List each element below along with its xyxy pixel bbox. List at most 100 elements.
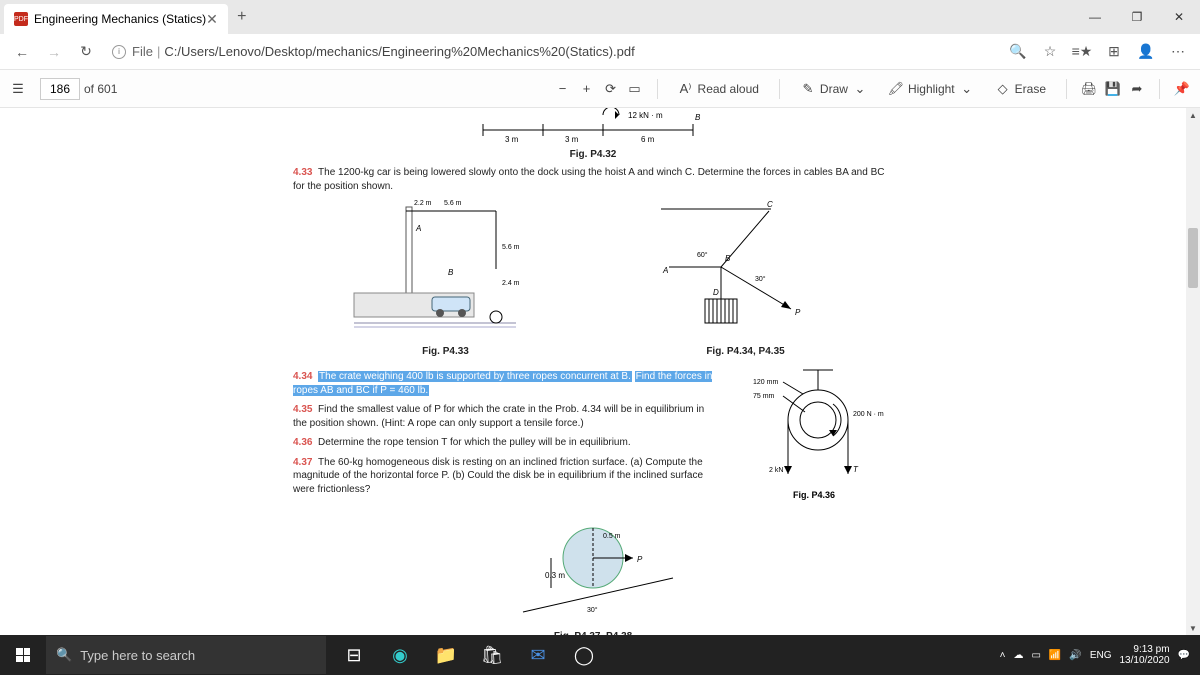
taskbar-apps: ⊟ ◉ 📁 🛍 ✉ ◯ bbox=[332, 635, 606, 675]
scroll-up-icon[interactable]: ▲ bbox=[1186, 108, 1200, 122]
figure-p432-diagram: 12 kN · m B 3 m 3 m 6 m bbox=[293, 112, 893, 146]
chevron-down-icon: ⌄ bbox=[959, 81, 975, 97]
browser-tab[interactable]: PDF Engineering Mechanics (Statics) ✕ bbox=[4, 4, 228, 34]
profile-icon[interactable]: 👤 bbox=[1132, 38, 1160, 66]
svg-text:3 m: 3 m bbox=[565, 135, 579, 144]
contents-icon[interactable]: ☰ bbox=[10, 81, 26, 97]
clock-date: 13/10/2020 bbox=[1119, 655, 1169, 666]
figure-caption: Fig. P4.32 bbox=[293, 149, 893, 160]
separator bbox=[1066, 79, 1067, 99]
clock-time: 9:13 pm bbox=[1119, 644, 1169, 655]
figure-captions-row: Fig. P4.33 Fig. P4.34, P4.35 bbox=[293, 343, 893, 360]
svg-text:3 m: 3 m bbox=[505, 135, 519, 144]
svg-text:C: C bbox=[767, 200, 773, 209]
svg-text:B: B bbox=[448, 268, 454, 277]
svg-text:P: P bbox=[637, 555, 643, 564]
scroll-down-icon[interactable]: ▼ bbox=[1186, 621, 1200, 635]
problem-4-33: 4.33 The 1200-kg car is being lowered sl… bbox=[293, 166, 893, 193]
windows-icon bbox=[16, 648, 30, 662]
scroll-thumb[interactable] bbox=[1188, 228, 1198, 288]
browser-titlebar: PDF Engineering Mechanics (Statics) ✕ + … bbox=[0, 0, 1200, 34]
svg-text:6 m: 6 m bbox=[641, 135, 655, 144]
separator bbox=[779, 79, 780, 99]
battery-icon[interactable]: ▭ bbox=[1031, 650, 1040, 661]
svg-text:120 mm: 120 mm bbox=[753, 379, 778, 386]
pdf-icon: PDF bbox=[14, 12, 28, 26]
tab-title: Engineering Mechanics (Statics) bbox=[34, 12, 206, 26]
problem-4-37: 4.37 The 60-kg homogeneous disk is resti… bbox=[293, 456, 719, 497]
new-tab-button[interactable]: + bbox=[228, 3, 256, 31]
edge-icon[interactable]: ◉ bbox=[378, 635, 422, 675]
svg-text:5.6 m: 5.6 m bbox=[444, 200, 462, 207]
minimize-button[interactable]: — bbox=[1074, 0, 1116, 34]
pen-icon: ✎ bbox=[800, 81, 816, 97]
taskbar-search[interactable]: 🔍 Type here to search bbox=[46, 636, 326, 674]
search-placeholder: Type here to search bbox=[80, 648, 195, 663]
svg-text:B: B bbox=[725, 254, 731, 263]
svg-text:T: T bbox=[853, 465, 859, 474]
maximize-button[interactable]: ❐ bbox=[1116, 0, 1158, 34]
address-bar: ← → ↻ i File | C:/Users/Lenovo/Desktop/m… bbox=[0, 34, 1200, 70]
tab-close-icon[interactable]: ✕ bbox=[206, 11, 218, 28]
onedrive-icon[interactable]: ☁ bbox=[1013, 650, 1023, 661]
erase-icon: ◇ bbox=[995, 81, 1011, 97]
tray-chevron-icon[interactable]: ˄ bbox=[1000, 650, 1006, 661]
svg-text:30°: 30° bbox=[755, 275, 766, 283]
task-view-icon[interactable]: ⊟ bbox=[332, 635, 376, 675]
fit-page-icon[interactable]: ▭ bbox=[627, 81, 643, 97]
svg-text:200 N · m: 200 N · m bbox=[853, 411, 884, 418]
mail-icon[interactable]: ✉ bbox=[516, 635, 560, 675]
erase-button[interactable]: ◇ Erase bbox=[989, 77, 1052, 101]
print-icon[interactable]: 🖨 bbox=[1081, 81, 1097, 97]
start-button[interactable] bbox=[0, 635, 46, 675]
refresh-button[interactable]: ↻ bbox=[72, 38, 100, 66]
highlight-button[interactable]: 🖍 Highlight ⌄ bbox=[882, 77, 981, 101]
figure-p436-diagram: 120 mm 75 mm 200 N · m 2 kN T Fig. P4.36 bbox=[733, 364, 893, 514]
read-aloud-icon: A⁾ bbox=[678, 81, 694, 97]
url-path: C:/Users/Lenovo/Desktop/mechanics/Engine… bbox=[164, 44, 634, 59]
rotate-icon[interactable]: ⟳ bbox=[603, 81, 619, 97]
problem-4-34: 4.34 The crate weighing 400 lb is suppor… bbox=[293, 370, 719, 397]
highlight-icon: 🖍 bbox=[888, 81, 904, 97]
svg-text:2.2 m: 2.2 m bbox=[414, 200, 432, 207]
zoom-out-icon[interactable]: − bbox=[555, 81, 571, 97]
favorites-bar-icon[interactable]: ≡★ bbox=[1068, 38, 1096, 66]
svg-text:5.6 m: 5.6 m bbox=[502, 244, 520, 251]
svg-text:75 mm: 75 mm bbox=[753, 393, 775, 400]
explorer-icon[interactable]: 📁 bbox=[424, 635, 468, 675]
action-center-icon[interactable]: 💬 bbox=[1178, 650, 1190, 661]
svg-text:0.5 m: 0.5 m bbox=[603, 533, 621, 540]
figure-p437-diagram: 0.3 m 0.5 m P 30° bbox=[293, 518, 893, 628]
vertical-scrollbar[interactable]: ▲ ▼ bbox=[1186, 108, 1200, 635]
wifi-icon[interactable]: 📶 bbox=[1049, 650, 1061, 661]
forward-button[interactable]: → bbox=[40, 38, 68, 66]
language-indicator[interactable]: ENG bbox=[1090, 650, 1112, 661]
more-icon[interactable]: ⋯ bbox=[1164, 38, 1192, 66]
pdf-viewport[interactable]: 12 kN · m B 3 m 3 m 6 m Fig. P4.32 4.33 … bbox=[0, 108, 1186, 635]
page-input[interactable] bbox=[40, 78, 80, 100]
clock[interactable]: 9:13 pm 13/10/2020 bbox=[1119, 644, 1169, 666]
url-sep: | bbox=[157, 44, 160, 59]
problem-4-36: 4.36 Determine the rope tension T for wh… bbox=[293, 436, 719, 450]
figure-p434-diagram: C A B 60° 30° P bbox=[651, 199, 841, 339]
store-icon[interactable]: 🛍 bbox=[470, 635, 514, 675]
window-controls: — ❐ ✕ bbox=[1074, 0, 1200, 34]
volume-icon[interactable]: 🔊 bbox=[1069, 650, 1081, 661]
svg-text:B: B bbox=[695, 113, 701, 122]
zoom-in-icon[interactable]: + bbox=[579, 81, 595, 97]
system-tray: ˄ ☁ ▭ 📶 🔊 ENG 9:13 pm 13/10/2020 💬 bbox=[1000, 644, 1200, 666]
chrome-icon[interactable]: ◯ bbox=[562, 635, 606, 675]
save-icon[interactable]: 💾 bbox=[1105, 81, 1121, 97]
read-aloud-button[interactable]: A⁾ Read aloud bbox=[672, 77, 765, 101]
search-icon[interactable]: 🔍 bbox=[1004, 38, 1032, 66]
figures-row: A B 2.2 m 5.6 m 5.6 m 2.4 m C A bbox=[293, 199, 893, 339]
pin-icon[interactable]: 📌 bbox=[1174, 81, 1190, 97]
url-field[interactable]: i File | C:/Users/Lenovo/Desktop/mechani… bbox=[104, 44, 1000, 59]
draw-button[interactable]: ✎ Draw ⌄ bbox=[794, 77, 874, 101]
back-button[interactable]: ← bbox=[8, 38, 36, 66]
favorite-icon[interactable]: ☆ bbox=[1036, 38, 1064, 66]
close-window-button[interactable]: ✕ bbox=[1158, 0, 1200, 34]
collections-icon[interactable]: ⊞ bbox=[1100, 38, 1128, 66]
share-icon[interactable]: ➦ bbox=[1129, 81, 1145, 97]
figure-caption: Fig. P4.33 bbox=[346, 346, 546, 357]
